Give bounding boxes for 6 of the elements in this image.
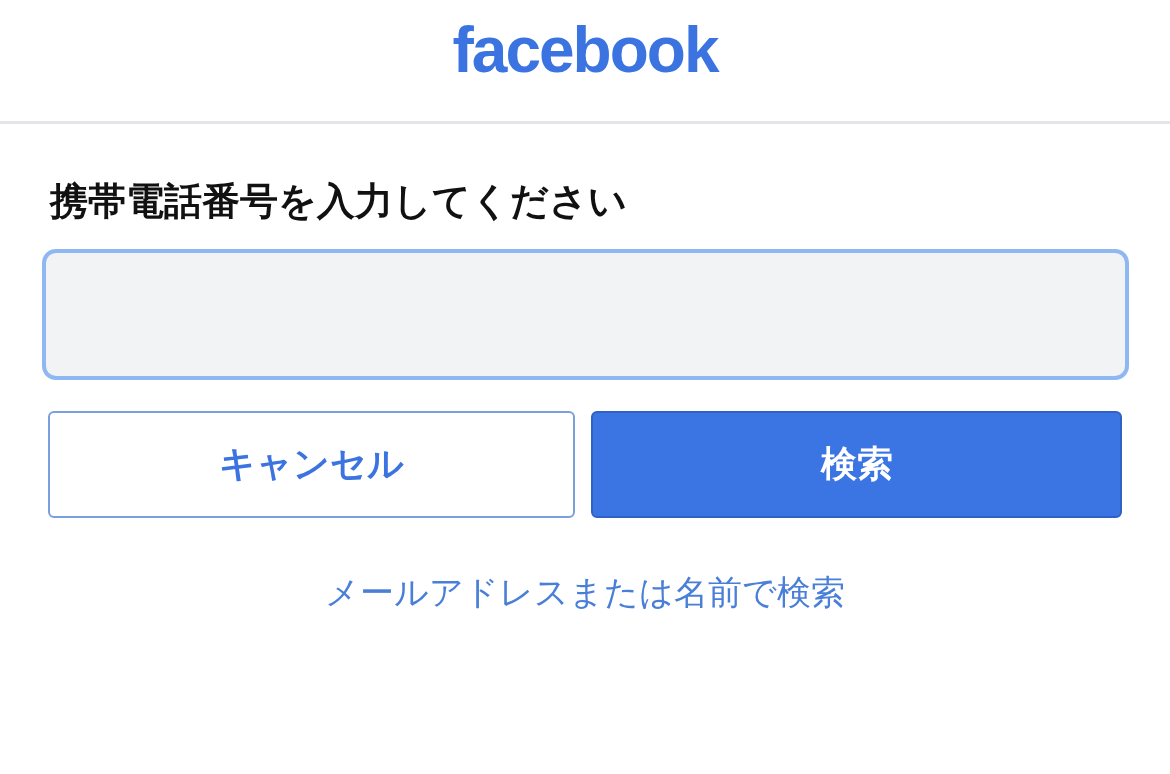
phone-input-field[interactable] <box>42 249 1129 380</box>
cancel-button[interactable]: キャンセル <box>48 411 575 518</box>
search-button[interactable]: 検索 <box>591 411 1122 518</box>
search-by-email-link[interactable]: メールアドレスまたは名前で検索 <box>325 570 845 616</box>
field-label: 携帯電話番号を入力してください <box>50 178 628 225</box>
facebook-logo: facebook <box>452 12 718 87</box>
